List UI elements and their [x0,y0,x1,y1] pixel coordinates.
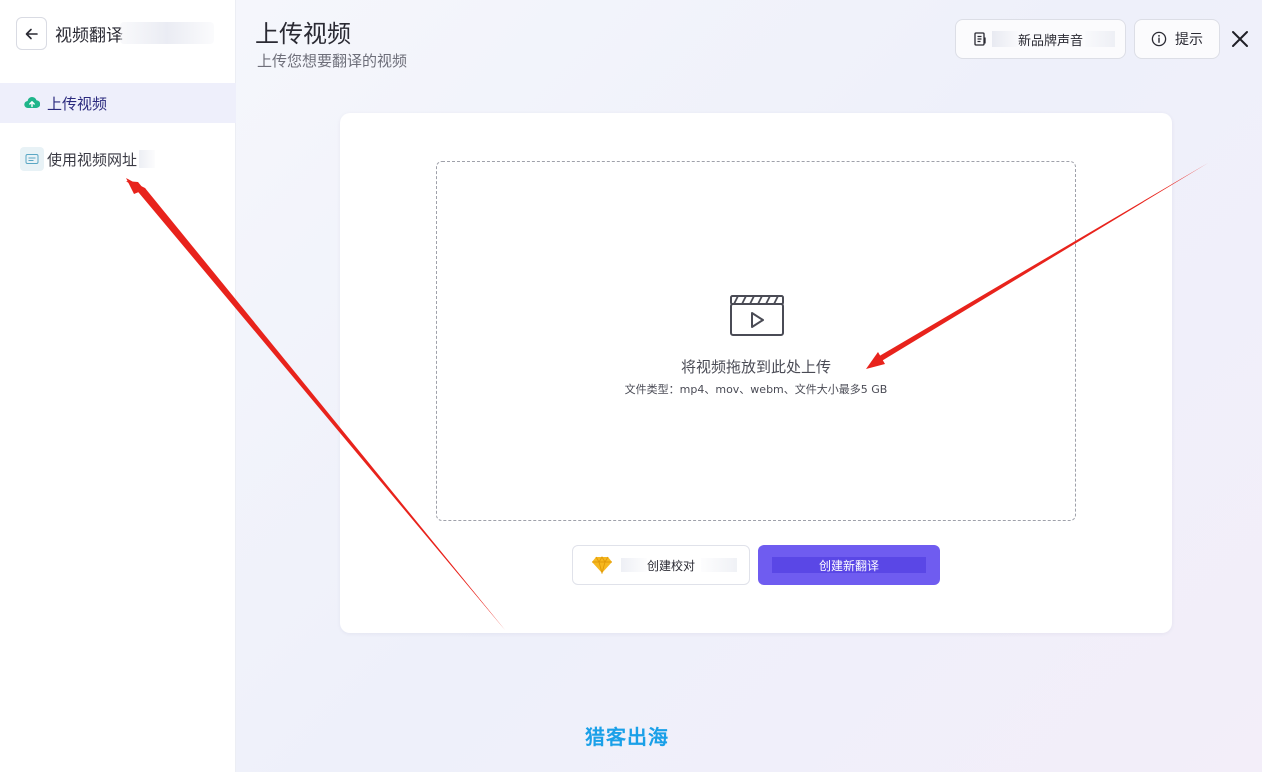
cloud-upload-icon [20,91,44,115]
new-brand-voice-label: 新品牌声音 [1018,33,1084,49]
dropzone-title: 将视频拖放到此处上传 [680,358,831,376]
create-new-translation-label: 创建新翻译 [772,557,926,573]
arrow-left-icon [25,28,38,39]
close-icon [1232,31,1248,47]
back-button[interactable] [16,17,47,50]
create-proofread-label: 创建校对 [647,558,696,573]
sidebar-title: 视频翻译 [55,26,123,46]
redacted-area [701,558,738,572]
create-new-translation-button[interactable]: 创建新翻译 [758,545,940,585]
tips-button[interactable]: 提示 [1134,19,1220,59]
watermark: 猎客出海 [585,725,669,749]
info-icon [1151,31,1167,47]
new-brand-voice-button[interactable]: 新品牌声音 [955,19,1126,59]
tips-label: 提示 [1175,32,1203,48]
video-dropzone[interactable]: 将视频拖放到此处上传 文件类型：mp4、mov、webm、文件大小最多5 GB [436,161,1076,521]
diamond-icon [592,556,612,574]
sidebar-item-label: 上传视频 [47,94,108,113]
sidebar-item-label: 使用视频网址 [47,150,138,169]
redacted-area [120,22,214,44]
sidebar-item-video-url[interactable]: 使用视频网址 [0,139,236,179]
close-button[interactable] [1228,27,1252,51]
redacted-area [621,558,647,572]
redacted-area [992,31,1018,47]
page-subtitle: 上传您想要翻译的视频 [257,52,408,70]
redacted-area [1085,31,1116,47]
create-proofread-button[interactable]: 创建校对 [572,545,750,585]
sidebar: 视频翻译 上传视频 使用视频网址 [0,0,236,772]
redacted-area [139,150,156,168]
voice-document-icon [974,32,986,46]
video-clapperboard-icon [730,295,784,336]
page-title: 上传视频 [255,20,351,48]
sidebar-item-upload-video[interactable]: 上传视频 [0,83,236,123]
link-card-icon [20,147,44,171]
upload-card: 将视频拖放到此处上传 文件类型：mp4、mov、webm、文件大小最多5 GB … [340,113,1172,633]
dropzone-file-hint: 文件类型：mp4、mov、webm、文件大小最多5 GB [624,383,888,396]
